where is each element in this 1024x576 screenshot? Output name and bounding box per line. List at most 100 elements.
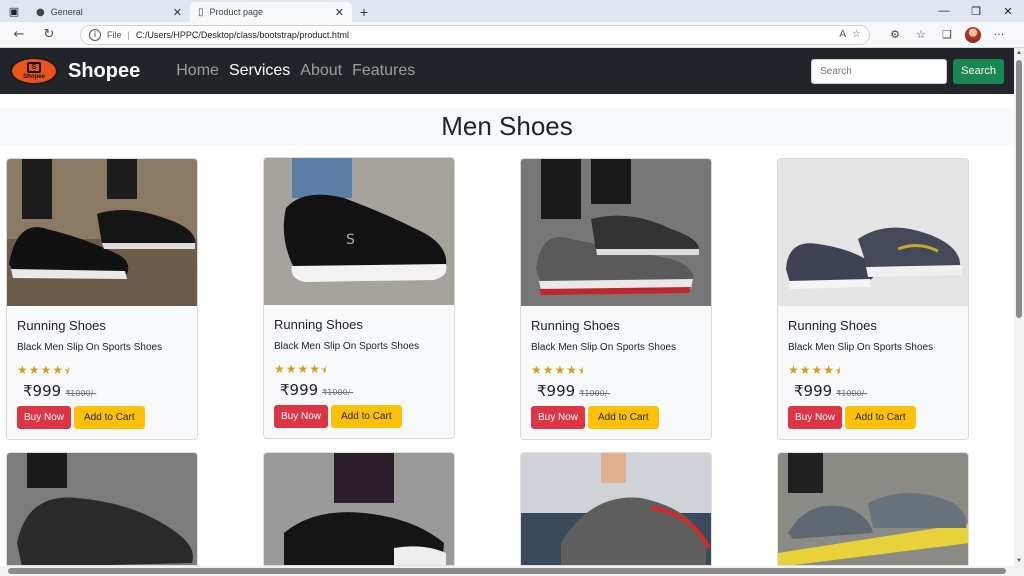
refresh-icon[interactable]: ↻ xyxy=(36,24,62,46)
url-text[interactable]: C:/Users/HPPC/Desktop/class/bootstrap/pr… xyxy=(136,30,833,40)
product-title: Running Shoes xyxy=(531,318,620,333)
minimize-icon[interactable]: — xyxy=(928,0,960,22)
brand-name[interactable]: Shopee xyxy=(68,60,140,83)
browser-tab-product[interactable]: ▯ Product page ✕ xyxy=(190,2,352,22)
logo-text: Shopee xyxy=(23,74,45,80)
product-image[interactable] xyxy=(264,453,455,566)
current-price: ₹999 xyxy=(794,382,833,400)
product-image[interactable] xyxy=(7,159,197,306)
price-row: ₹999 ₹1000/- xyxy=(531,382,701,400)
card-actions: Buy Now Add to Cart xyxy=(531,406,701,429)
product-title: Running Shoes xyxy=(788,318,877,333)
product-card xyxy=(777,452,969,566)
nav-link-about[interactable]: About xyxy=(300,62,342,80)
product-description: Black Men Slip On Sports Shoes xyxy=(17,342,163,353)
price-row: ₹999 ₹1000/- xyxy=(17,382,187,400)
favorite-add-icon[interactable]: ☆ xyxy=(852,29,861,40)
search-input[interactable] xyxy=(811,58,948,84)
product-card xyxy=(263,452,455,566)
window-menu-icon[interactable]: ▣ xyxy=(0,0,28,22)
url-separator: | xyxy=(127,29,130,40)
file-label: File xyxy=(107,29,122,40)
product-title: Running Shoes xyxy=(274,317,363,332)
buy-now-button[interactable]: Buy Now xyxy=(17,406,72,429)
shopping-bag-icon: S xyxy=(27,62,41,73)
current-price: ₹999 xyxy=(537,382,576,400)
old-price: ₹1000/- xyxy=(836,389,868,398)
product-card: S Running Shoes Black Men Slip On Sports… xyxy=(263,157,455,439)
svg-text:S: S xyxy=(346,232,355,248)
old-price: ₹1000/- xyxy=(322,388,354,397)
product-card xyxy=(520,452,712,566)
product-card: Running Shoes Black Men Slip On Sports S… xyxy=(777,158,969,440)
old-price: ₹1000/- xyxy=(579,389,611,398)
buy-now-button[interactable]: Buy Now xyxy=(531,406,586,429)
shopee-logo[interactable]: S Shopee xyxy=(10,57,58,85)
scroll-up-icon[interactable]: ▲ xyxy=(1014,50,1024,56)
buy-now-button[interactable]: Buy Now xyxy=(788,406,843,429)
more-menu-icon[interactable]: ··· xyxy=(988,24,1010,46)
nav-link-services[interactable]: Services xyxy=(229,62,290,80)
nav-links: Home Services About Features xyxy=(176,62,415,80)
price-row: ₹999 ₹1000/- xyxy=(274,381,444,399)
rating-stars: ★★★★⯨ xyxy=(531,363,585,377)
profile-avatar[interactable] xyxy=(962,24,984,46)
extensions-icon[interactable]: ⚙ xyxy=(884,24,906,46)
card-actions: Buy Now Add to Cart xyxy=(788,406,958,429)
close-window-icon[interactable]: ✕ xyxy=(992,0,1024,22)
vertical-scrollbar[interactable]: ▲ ▼ xyxy=(1014,48,1024,566)
product-title: Running Shoes xyxy=(17,318,106,333)
rating-stars: ★★★★⯨ xyxy=(788,363,842,377)
tab-title: General xyxy=(50,7,83,17)
old-price: ₹1000/- xyxy=(65,389,97,398)
rating-stars: ★★★★⯨ xyxy=(17,363,71,377)
product-description: Black Men Slip On Sports Shoes xyxy=(274,341,420,352)
product-image[interactable] xyxy=(778,159,968,306)
product-description: Black Men Slip On Sports Shoes xyxy=(788,342,934,353)
add-to-cart-button[interactable]: Add to Cart xyxy=(588,406,659,429)
url-field[interactable]: i File | C:/Users/HPPC/Desktop/class/boo… xyxy=(80,24,870,45)
add-to-cart-button[interactable]: Add to Cart xyxy=(845,406,916,429)
product-image[interactable]: S xyxy=(264,158,454,305)
buy-now-button[interactable]: Buy Now xyxy=(274,405,329,428)
browser-tab-bar: ▣ ● General ✕ ▯ Product page ✕ + — ❐ ✕ xyxy=(0,0,1024,22)
scrollbar-thumb[interactable] xyxy=(1016,60,1022,318)
product-image[interactable] xyxy=(778,453,969,566)
tab-title: Product page xyxy=(209,7,264,17)
page-icon: ▯ xyxy=(198,6,204,18)
scrollbar-thumb[interactable] xyxy=(8,568,1006,574)
add-to-cart-button[interactable]: Add to Cart xyxy=(74,406,145,429)
restore-icon[interactable]: ❐ xyxy=(960,0,992,22)
product-card: Running Shoes Black Men Slip On Sports S… xyxy=(520,158,712,440)
product-card: Running Shoes Black Men Slip On Sports S… xyxy=(6,158,198,440)
favorites-icon[interactable]: ☆ xyxy=(910,24,932,46)
card-actions: Buy Now Add to Cart xyxy=(17,406,187,429)
card-actions: Buy Now Add to Cart xyxy=(274,405,444,428)
product-description: Black Men Slip On Sports Shoes xyxy=(531,342,677,353)
horizontal-scrollbar[interactable] xyxy=(0,566,1024,576)
browser-address-bar: ← ↻ i File | C:/Users/HPPC/Desktop/class… xyxy=(0,22,1024,48)
add-to-cart-button[interactable]: Add to Cart xyxy=(331,405,402,428)
search-button[interactable]: Search xyxy=(953,58,1004,84)
product-card xyxy=(6,452,198,566)
search-form: Search xyxy=(811,58,1004,84)
product-image[interactable] xyxy=(521,159,711,306)
rating-stars: ★★★★⯨ xyxy=(274,362,328,376)
close-tab-icon[interactable]: ✕ xyxy=(335,6,344,19)
site-navbar: S Shopee Shopee Home Services About Feat… xyxy=(0,48,1014,94)
scroll-down-icon[interactable]: ▼ xyxy=(1014,558,1024,564)
current-price: ₹999 xyxy=(280,381,319,399)
nav-link-features[interactable]: Features xyxy=(352,62,415,80)
back-icon[interactable]: ← xyxy=(6,24,32,46)
info-icon[interactable]: i xyxy=(89,28,101,41)
product-image[interactable] xyxy=(7,453,198,566)
page-title: Men Shoes xyxy=(0,108,1014,145)
collections-icon[interactable]: ❏ xyxy=(936,24,958,46)
browser-tab-general[interactable]: ● General ✕ xyxy=(28,2,190,22)
close-tab-icon[interactable]: ✕ xyxy=(173,6,182,19)
read-aloud-icon[interactable]: A xyxy=(839,29,846,40)
product-image[interactable] xyxy=(521,453,712,566)
nav-link-home[interactable]: Home xyxy=(176,62,219,80)
new-tab-button[interactable]: + xyxy=(352,2,376,22)
price-row: ₹999 ₹1000/- xyxy=(788,382,958,400)
